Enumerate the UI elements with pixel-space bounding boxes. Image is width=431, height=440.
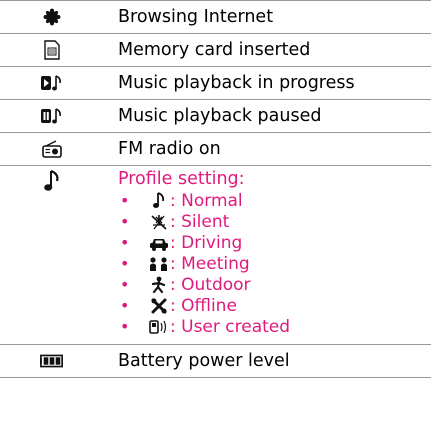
row-label: Music playback in progress xyxy=(118,73,355,93)
bullet: • xyxy=(120,317,130,336)
fm-radio-icon xyxy=(40,137,64,161)
list-item: • : User created xyxy=(120,316,290,337)
bullet: • xyxy=(120,254,130,273)
car-icon xyxy=(148,234,170,252)
row-label: Music playback paused xyxy=(118,106,322,126)
table-row: Browsing Internet xyxy=(0,0,431,33)
music-playing-icon xyxy=(40,71,64,95)
meeting-icon xyxy=(148,255,170,273)
profile-label: : Outdoor xyxy=(170,274,251,295)
table-row: Music playback paused xyxy=(0,99,431,132)
profile-label: : Normal xyxy=(170,190,243,211)
list-item: • : Offline xyxy=(120,295,290,316)
profile-label: : Offline xyxy=(170,295,237,316)
table-row: FM radio on xyxy=(0,132,431,165)
table-row: Music playback in progress xyxy=(0,66,431,99)
row-label: Battery power level xyxy=(118,351,290,371)
row-label: Browsing Internet xyxy=(118,7,274,27)
music-note-icon xyxy=(40,168,64,194)
normal-note-icon xyxy=(148,191,170,210)
row-label: Memory card inserted xyxy=(118,40,311,60)
profile-label: : Meeting xyxy=(170,253,250,274)
bullet: • xyxy=(120,275,130,294)
profile-list: • : Normal • : Silent • : Driving •: Me… xyxy=(120,190,290,337)
table-row: Battery power level xyxy=(0,344,431,378)
table-row: Memory card inserted xyxy=(0,33,431,66)
bullet: • xyxy=(120,212,130,231)
outdoor-icon xyxy=(148,276,170,294)
battery-icon xyxy=(40,349,64,373)
silent-icon xyxy=(148,213,170,231)
row-label: FM radio on xyxy=(118,139,221,159)
bullet: • xyxy=(120,296,130,315)
globe-icon xyxy=(40,5,64,29)
table-row: Profile setting: • : Normal • : Silent • xyxy=(0,165,431,344)
bullet: • xyxy=(120,233,130,252)
profile-label: : Silent xyxy=(170,211,230,232)
list-item: • : Driving xyxy=(120,232,290,253)
profile-label: : Driving xyxy=(170,232,243,253)
list-item: • : Normal xyxy=(120,190,290,211)
offline-icon xyxy=(148,297,170,315)
user-created-icon xyxy=(148,318,170,336)
list-item: • : Outdoor xyxy=(120,274,290,295)
music-paused-icon xyxy=(40,104,64,128)
list-item: • : Silent xyxy=(120,211,290,232)
bullet: • xyxy=(120,191,130,210)
profile-label: : User created xyxy=(170,316,291,337)
memory-card-icon xyxy=(40,38,64,62)
status-icon-table: Browsing Internet Memory card inserted M… xyxy=(0,0,431,378)
profile-setting-title: Profile setting: xyxy=(118,169,245,189)
list-item: • : Meeting xyxy=(120,253,290,274)
